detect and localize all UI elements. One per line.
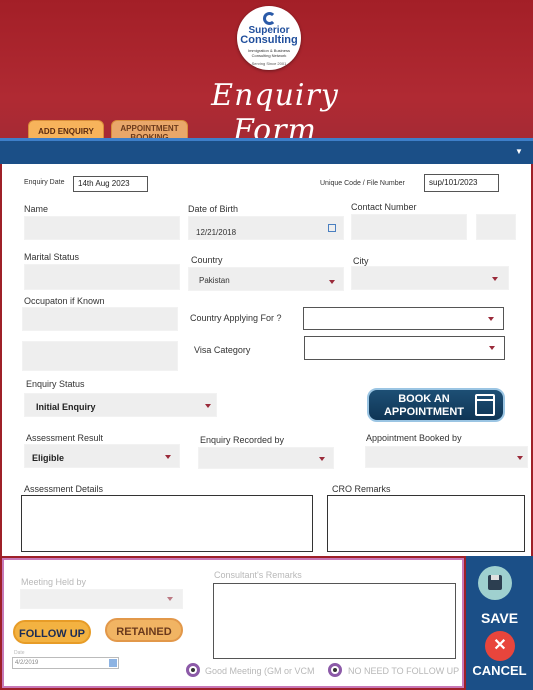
nav-bar-highlight — [0, 138, 533, 141]
chevron-down-icon — [488, 317, 494, 321]
enquiry-form: Enquiry Date 14th Aug 2023 Unique Code /… — [2, 164, 531, 556]
enquiry-date-label: Enquiry Date — [24, 179, 65, 186]
calendar-icon — [475, 394, 495, 416]
calendar-icon[interactable] — [328, 224, 336, 232]
meeting-held-label: Meeting Held by — [21, 577, 87, 587]
appointment-booked-label: Appointment Booked by — [366, 433, 462, 443]
no-follow-up-radio[interactable] — [328, 663, 342, 677]
name-label: Name — [24, 204, 49, 214]
chevron-down-icon[interactable]: ▼ — [513, 146, 525, 158]
enquiry-recorded-label: Enquiry Recorded by — [200, 435, 285, 445]
good-meeting-label: Good Meeting (GM or VCM — [205, 666, 315, 676]
company-logo: Superior Consulting Immigration & Busine… — [237, 6, 301, 70]
city-select[interactable] — [351, 266, 509, 290]
enquiry-status-label: Enquiry Status — [26, 379, 85, 389]
cancel-button[interactable]: CANCEL — [466, 663, 533, 678]
dob-input[interactable]: 12/21/2018 — [188, 216, 344, 240]
dob-value: 12/21/2018 — [196, 228, 237, 237]
unique-code-label: Unique Code / File Number — [320, 180, 405, 187]
date-label: Date — [14, 650, 25, 656]
occupation-input-extra[interactable] — [22, 341, 178, 371]
meeting-held-select[interactable] — [20, 589, 183, 609]
logo-line2: Consulting — [240, 34, 298, 46]
follow-up-button[interactable]: FOLLOW UP — [13, 620, 91, 644]
assessment-result-select[interactable]: Eligible — [24, 444, 180, 468]
date-value: 4/2/2019 — [15, 660, 39, 666]
marital-status-input[interactable] — [24, 264, 180, 290]
logo-line4: Serving Since 2001 — [251, 61, 287, 66]
assessment-details-textarea[interactable] — [21, 495, 313, 552]
chevron-down-icon — [329, 280, 335, 284]
save-icon[interactable] — [478, 566, 512, 600]
chevron-down-icon — [319, 457, 325, 461]
country-label: Country — [191, 255, 223, 265]
enquiry-date-field[interactable]: 14th Aug 2023 — [73, 176, 148, 192]
save-button[interactable]: SAVE — [466, 610, 533, 626]
calendar-icon[interactable] — [109, 659, 117, 667]
name-input[interactable] — [24, 216, 180, 240]
cro-remarks-textarea[interactable] — [327, 495, 525, 552]
visa-category-select[interactable] — [304, 336, 505, 360]
country-value: Pakistan — [199, 276, 230, 285]
logo-icon — [263, 12, 276, 25]
country-applying-select[interactable] — [303, 307, 504, 330]
nav-bar — [0, 138, 533, 164]
marital-status-label: Marital Status — [24, 252, 80, 262]
occupation-label: Occupaton if Known — [24, 296, 105, 306]
chevron-down-icon — [205, 404, 211, 408]
unique-code-field[interactable]: sup/101/2023 — [424, 174, 499, 192]
country-applying-label: Country Applying For ? — [190, 313, 282, 323]
assessment-result-label: Assessment Result — [26, 433, 104, 443]
cro-remarks-label: CRO Remarks — [332, 484, 391, 494]
chevron-down-icon — [167, 597, 173, 601]
chevron-down-icon — [165, 455, 171, 459]
book-appointment-line1: BOOK AN — [398, 393, 450, 405]
consultant-remarks-label: Consultant's Remarks — [214, 570, 302, 580]
chevron-down-icon — [489, 346, 495, 350]
assessment-details-label: Assessment Details — [24, 484, 104, 494]
assessment-result-value: Eligible — [32, 453, 65, 463]
enquiry-status-select[interactable]: Initial Enquiry — [24, 393, 217, 417]
country-select[interactable]: Pakistan — [188, 267, 344, 291]
contact-input[interactable] — [351, 214, 467, 240]
contact-label: Contact Number — [351, 202, 417, 212]
appointment-booked-select[interactable] — [365, 446, 528, 468]
chevron-down-icon — [492, 277, 498, 281]
consultant-remarks-textarea[interactable] — [213, 583, 456, 659]
occupation-input[interactable] — [22, 307, 178, 331]
book-appointment-line2: APPOINTMENT — [383, 406, 465, 418]
city-label: City — [353, 256, 369, 266]
chevron-down-icon — [517, 456, 523, 460]
close-icon[interactable]: ✕ — [485, 631, 515, 661]
enquiry-status-value: Initial Enquiry — [36, 402, 96, 412]
enquiry-recorded-select[interactable] — [198, 447, 334, 469]
no-follow-up-label: NO NEED TO FOLLOW UP — [348, 666, 460, 676]
contact-input-extra[interactable] — [476, 214, 516, 240]
date-picker[interactable]: 4/2/2019 — [12, 657, 119, 669]
tab-appointment-line1: APPOINTMENT — [120, 124, 179, 133]
retained-button[interactable]: RETAINED — [105, 618, 183, 642]
logo-line3: Immigration & Business Consulting Networ… — [247, 48, 290, 58]
good-meeting-radio[interactable] — [186, 663, 200, 677]
book-appointment-button[interactable]: BOOK AN APPOINTMENT — [367, 388, 505, 422]
dob-label: Date of Birth — [188, 204, 239, 214]
visa-category-label: Visa Category — [194, 345, 251, 355]
